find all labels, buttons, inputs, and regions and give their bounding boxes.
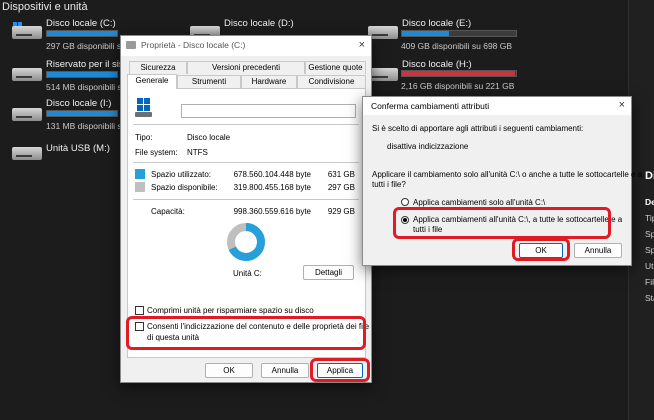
tab-generale[interactable]: Generale (127, 74, 177, 89)
drive-i-info: 131 MB disponibili su (46, 121, 127, 131)
free-space-label: Spazio disponibile: (151, 183, 218, 192)
drive-c-usage-bar (46, 30, 118, 37)
confirm-question-cont: tutti i file? (372, 180, 406, 189)
drive-c-name[interactable]: Disco locale (C:) (46, 18, 116, 29)
drive-reserved-icon (12, 64, 42, 84)
confirm-question: Applicare il cambiamento solo all'unità … (372, 170, 643, 179)
indexing-label: Consenti l'indicizzazione del contenuto … (147, 322, 370, 331)
tab-sicurezza[interactable]: Sicurezza (129, 61, 187, 74)
drive-h-usage-bar (401, 70, 517, 77)
ok-button[interactable]: OK (205, 363, 253, 378)
tab-versioni-precedenti[interactable]: Versioni precedenti (187, 61, 305, 74)
properties-title: Proprietà - Disco locale (C:) (141, 40, 246, 50)
confirm-ok-button[interactable]: OK (519, 243, 563, 258)
tab-strumenti[interactable]: Strumenti (177, 75, 241, 88)
drive-i-icon (12, 104, 42, 124)
drive-d-name[interactable]: Disco locale (D:) (224, 18, 294, 29)
drive-letter-label: Unità C: (233, 269, 262, 278)
capacity-label: Capacità: (151, 207, 185, 216)
usb-drive-icon (12, 143, 42, 163)
filesystem-value: NTFS (187, 148, 208, 157)
divider (133, 124, 359, 125)
details-panel-label: Sp (645, 229, 654, 239)
drive-e-info: 409 GB disponibili su 698 GB (401, 41, 513, 51)
type-label: Tipo: (135, 133, 153, 142)
drive-c-usage-fill (47, 31, 117, 36)
confirm-change: disattiva indicizzazione (387, 142, 469, 151)
free-space-gb: 297 GB (327, 183, 355, 192)
drive-c-info: 297 GB disponibili su (46, 41, 126, 51)
drive-reserved-usage-bar (46, 71, 118, 78)
details-panel-label: Sta (645, 293, 654, 303)
drive-h-icon (368, 64, 398, 84)
radio-only-drive-label: Applica cambiamenti solo all'unità C:\ (413, 198, 546, 207)
drive-reserved-info: 514 MB disponibili su (46, 82, 127, 92)
drive-e-name[interactable]: Disco locale (E:) (402, 18, 471, 29)
drive-name-input[interactable] (181, 104, 356, 118)
indexing-checkbox[interactable] (135, 322, 144, 331)
confirm-dialog: Conferma cambiamenti attributi × Si è sc… (362, 96, 642, 266)
drive-reserved-usage-fill (47, 72, 117, 77)
filesystem-label: File system: (135, 148, 178, 157)
free-space-bytes: 319.800.455.168 byte (233, 183, 311, 192)
details-panel-label: Ut (645, 261, 654, 271)
free-space-swatch (135, 182, 145, 192)
section-title: Dispositivi e unità (2, 1, 88, 13)
divider (133, 162, 359, 163)
details-button[interactable]: Dettagli (303, 265, 354, 280)
radio-only-drive[interactable] (401, 198, 409, 206)
drive-h-usage-fill (402, 71, 515, 76)
confirm-intro: Si è scelto di apportare agli attributi … (372, 124, 584, 133)
type-value: Disco locale (187, 133, 231, 142)
details-panel-label: Sp (645, 245, 654, 255)
details-panel-label: File (645, 277, 654, 287)
drive-base-icon (135, 112, 152, 117)
details-panel-label: Di (645, 170, 654, 182)
capacity-bytes: 998.360.559.616 byte (233, 207, 311, 216)
capacity-gb: 929 GB (327, 207, 355, 216)
compress-checkbox[interactable] (135, 306, 144, 315)
cancel-button[interactable]: Annulla (261, 363, 309, 378)
drive-reserved-name[interactable]: Riservato per il siste (46, 59, 132, 70)
compress-label: Comprimi unità per risparmiare spazio su… (147, 306, 314, 315)
used-space-label: Spazio utilizzato: (151, 170, 212, 179)
tab-hardware[interactable]: Hardware (241, 75, 297, 88)
drive-e-usage-bar (401, 30, 517, 37)
usage-donut-chart (227, 223, 265, 261)
radio-all-subfolders-label: Applica cambiamenti all'unità C:\, a tut… (413, 215, 623, 224)
drive-e-icon (368, 22, 398, 42)
used-space-swatch (135, 169, 145, 179)
tab-gestione-quote[interactable]: Gestione quote (305, 61, 366, 74)
details-panel-label: De (645, 197, 654, 207)
tab-condivisione[interactable]: Condivisione (297, 75, 366, 88)
drive-i-usage-fill (47, 111, 117, 116)
indexing-label-cont: di questa unità (147, 333, 200, 342)
drive-h-info: 2,16 GB disponibili su 221 GB (401, 81, 515, 91)
divider (133, 199, 359, 200)
properties-dialog: Proprietà - Disco locale (C:) × Sicurezz… (120, 35, 372, 383)
drive-i-usage-bar (46, 110, 118, 117)
used-space-bytes: 678.560.104.448 byte (233, 170, 311, 179)
drive-e-usage-fill (402, 31, 449, 36)
confirm-cancel-button[interactable]: Annulla (574, 243, 622, 258)
windows-drive-icon (137, 98, 150, 111)
confirm-title: Conferma cambiamenti attributi (371, 101, 490, 111)
drive-i-name[interactable]: Disco locale (I:) (46, 98, 111, 109)
properties-titlebar: Proprietà - Disco locale (C:) × (121, 36, 371, 56)
close-icon[interactable]: × (359, 39, 365, 51)
confirm-titlebar: Conferma cambiamenti attributi × (363, 97, 631, 115)
drive-icon (126, 41, 136, 49)
drive-c-icon (12, 22, 42, 42)
radio-all-subfolders[interactable] (401, 216, 409, 224)
close-icon[interactable]: × (619, 99, 625, 111)
used-space-gb: 631 GB (327, 170, 355, 179)
details-panel-label: Tip (645, 213, 654, 223)
drive-m-name[interactable]: Unità USB (M:) (46, 143, 110, 154)
apply-button[interactable]: Applica (317, 363, 363, 378)
radio-all-subfolders-label-cont: tutti i file (413, 225, 443, 234)
drive-h-name[interactable]: Disco locale (H:) (402, 59, 472, 70)
